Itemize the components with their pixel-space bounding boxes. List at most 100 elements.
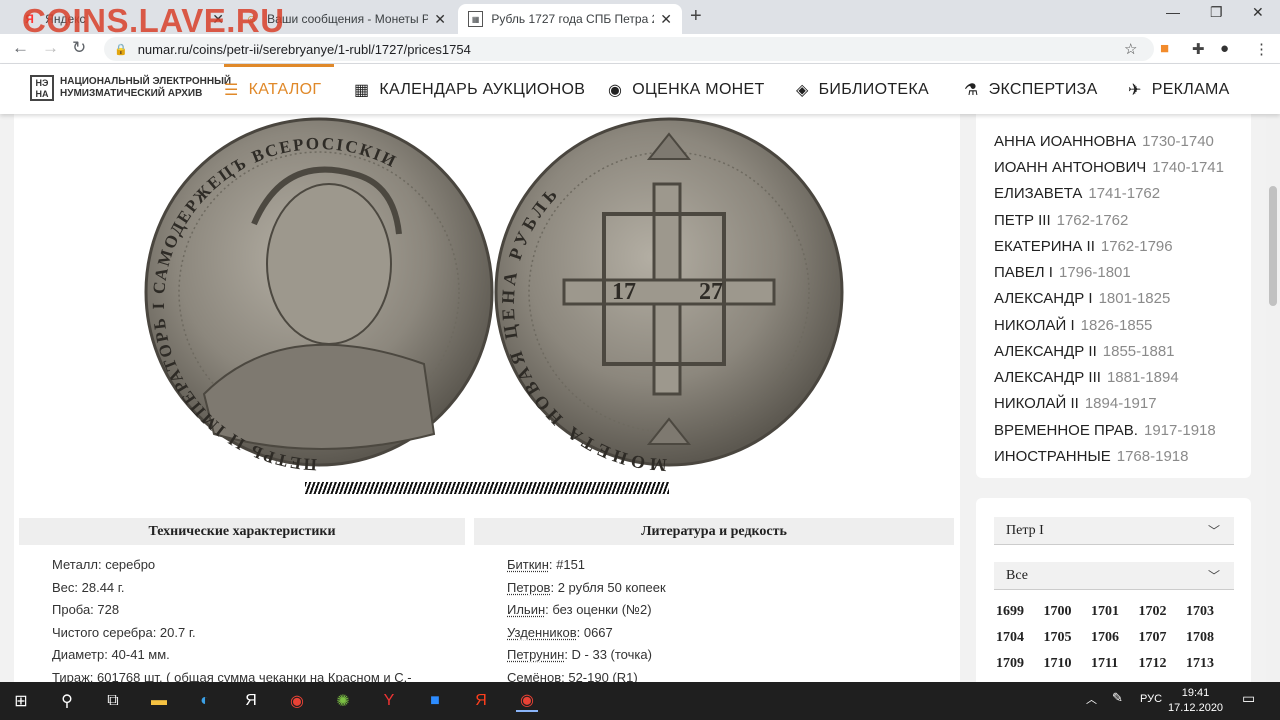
ruler-name: ВРЕМЕННОЕ ПРАВ. [994,422,1138,439]
coin-obverse[interactable]: ПЕТРЬ II IМПЕРАТОРЬ I САМОДЕРЖЕЦЪ ВСЕРОС… [144,117,494,474]
ruler-item[interactable]: ВРЕМЕННОЕ ПРАВ. 1917-1918 [994,422,1216,439]
coin-detail-pane: ПЕТРЬ II IМПЕРАТОРЬ I САМОДЕРЖЕЦЪ ВСЕРОС… [14,114,960,685]
clock[interactable]: 19:41 17.12.2020 [1168,686,1223,716]
puzzle-icon[interactable]: ✚ [1192,40,1205,58]
chrome-icon[interactable]: ◉ [286,690,308,712]
yandex-app-icon[interactable]: Я [470,690,492,712]
year-link[interactable]: 1710 [1044,656,1092,672]
spec-diameter: Диаметр: 40-41 мм. [52,647,170,662]
ruler-item[interactable]: ЕКАТЕРИНА II 1762-1796 [994,238,1173,255]
edge-icon[interactable]: ◐ [194,690,216,712]
year-link[interactable]: 1700 [1044,604,1092,620]
tab-title: Ваши сообщения - Монеты Рос [267,12,429,26]
year-link[interactable]: 1707 [1139,630,1187,646]
lit-link[interactable]: Петрунин [507,647,564,662]
type-select[interactable]: Все ﹀ [994,562,1234,590]
ruler-select[interactable]: Петр I ﹀ [994,517,1234,545]
ruler-item[interactable]: НИКОЛАЙ I 1826-1855 [994,317,1152,334]
ruler-item[interactable]: ЕЛИЗАВЕТА 1741-1762 [994,185,1160,202]
tab-numar[interactable]: ▦ Рубль 1727 года СПБ Петра 2 (с ✕ [458,4,682,34]
yandex-browser-icon[interactable]: Я [240,690,262,712]
lit-value: : 2 рубля 50 копеек [550,580,666,595]
lit-value: : #151 [548,557,586,572]
chrome-active-icon[interactable]: ◉ [516,690,538,712]
year-link[interactable]: 1711 [1091,656,1139,672]
year-link[interactable]: 1703 [1186,604,1234,620]
windows-start-icon[interactable]: ⊞ [10,690,32,712]
ruler-name: ИНОСТРАННЫЕ [994,448,1111,465]
ruler-years: 1741-1762 [1088,185,1161,202]
year-link[interactable]: 1704 [996,630,1044,646]
lock-icon: 🔒 [114,43,128,56]
year-link[interactable]: 1699 [996,604,1044,620]
ruler-item[interactable]: АЛЕКСАНДР I 1801-1825 [994,290,1170,307]
scrollbar-thumb[interactable] [1269,186,1277,306]
extension-icon[interactable]: ■ [1160,40,1169,57]
close-icon[interactable]: ✕ [434,11,446,28]
year-link[interactable]: 1713 [1186,656,1234,672]
forward-icon[interactable]: → [42,38,59,58]
menu-coin-valuation[interactable]: ◉ ОЦЕНКА МОНЕТ [608,80,765,100]
task-view-icon[interactable]: ⧉ [102,690,124,712]
lit-link[interactable]: Ильин [507,602,545,617]
coin-photos: ПЕТРЬ II IМПЕРАТОРЬ I САМОДЕРЖЕЦЪ ВСЕРОС… [144,117,844,475]
back-icon[interactable]: ← [12,38,29,58]
year-link[interactable]: 1708 [1186,630,1234,646]
chevron-down-icon: ﹀ [1207,569,1220,583]
zoom-icon[interactable]: ■ [424,690,446,712]
ruler-name: АЛЕКСАНДР I [994,290,1093,307]
new-tab-button[interactable]: + [690,5,702,28]
ruler-item[interactable]: ИНОСТРАННЫЕ 1768-1918 [994,448,1188,465]
lit-value: : без оценки (№2) [545,602,652,617]
menu-auction-calendar[interactable]: ▦ КАЛЕНДАРЬ АУКЦИОНОВ [354,80,585,100]
lit-link[interactable]: Узденников [507,625,577,640]
minimize-icon[interactable]: — [1166,4,1180,20]
year-link[interactable]: 1712 [1139,656,1187,672]
menu-dots-icon[interactable]: ⋮ [1254,40,1269,58]
file-explorer-icon[interactable]: ▬ [148,690,170,712]
app-green-icon[interactable]: ✺ [332,690,354,712]
profile-icon[interactable]: ● [1220,40,1229,57]
close-window-icon[interactable]: ✕ [1252,4,1264,21]
reload-icon[interactable]: ↻ [72,38,86,58]
rulers-list: АННА ИОАННОВНА 1730-1740 ИОАНН АНТОНОВИЧ 1… [976,114,1251,478]
tray-chevron-icon[interactable]: ︿ [1086,691,1097,707]
ruler-item[interactable]: ИОАНН АНТОНОВИЧ 1740-1741 [994,159,1224,176]
yandex-y-icon[interactable]: Y [378,690,400,712]
lit-link[interactable]: Биткин [507,557,549,572]
lit-value: : 0667 [576,625,613,640]
menu-expertise[interactable]: ⚗ ЭКСПЕРТИЗА [964,80,1098,100]
site-logo[interactable]: НЭ НА НАЦИОНАЛЬНЫЙ ЭЛЕКТРОННЫЙ НУМИЗМАТИ… [30,75,231,101]
year-link[interactable]: 1706 [1091,630,1139,646]
ruler-item[interactable]: НИКОЛАЙ II 1894-1917 [994,395,1157,412]
notifications-icon[interactable]: ▭ [1242,690,1255,707]
ruler-item[interactable]: АЛЕКСАНДР III 1881-1894 [994,369,1179,386]
year-link[interactable]: 1702 [1139,604,1187,620]
menu-catalog[interactable]: ☰ КАТАЛОГ [224,80,321,100]
close-icon[interactable]: ✕ [660,11,672,28]
year-link[interactable]: 1701 [1091,604,1139,620]
year-link[interactable]: 1705 [1044,630,1092,646]
pen-icon[interactable]: ✎ [1112,690,1123,706]
lit-uzdennikov: Узденников: 0667 [507,625,613,640]
ruler-item[interactable]: ПЕТР III 1762-1762 [994,212,1128,229]
lit-ilyin: Ильин: без оценки (№2) [507,602,652,617]
maximize-icon[interactable]: ❐ [1210,4,1223,21]
ruler-item[interactable]: АННА ИОАННОВНА 1730-1740 [994,133,1214,150]
search-icon[interactable]: ⚲ [56,690,78,712]
language-indicator[interactable]: РУС [1140,693,1162,705]
coin-reverse[interactable]: 17 27 МОНЕТА НОВАЯ ЦЕНА РУБЛЬ [494,117,844,475]
ruler-years: 1740-1741 [1152,159,1224,176]
lit-link[interactable]: Петров [507,580,550,595]
star-icon[interactable]: ☆ [1124,40,1137,58]
menu-label: РЕКЛАМА [1151,81,1230,98]
menu-library[interactable]: ◈ БИБЛИОТЕКА [796,80,929,100]
address-bar[interactable]: 🔒 numar.ru/coins/petr-ii/serebryanye/1-r… [104,37,1154,61]
ruler-item[interactable]: ПАВЕЛ I 1796-1801 [994,264,1131,281]
menu-advertising[interactable]: ✈ РЕКЛАМА [1128,80,1230,100]
year-link[interactable]: 1709 [996,656,1044,672]
ruler-name: НИКОЛАЙ II [994,395,1079,412]
ruler-item[interactable]: АЛЕКСАНДР II 1855-1881 [994,343,1175,360]
page-scrollbar[interactable] [1266,64,1280,682]
menu-label: БИБЛИОТЕКА [818,81,929,98]
